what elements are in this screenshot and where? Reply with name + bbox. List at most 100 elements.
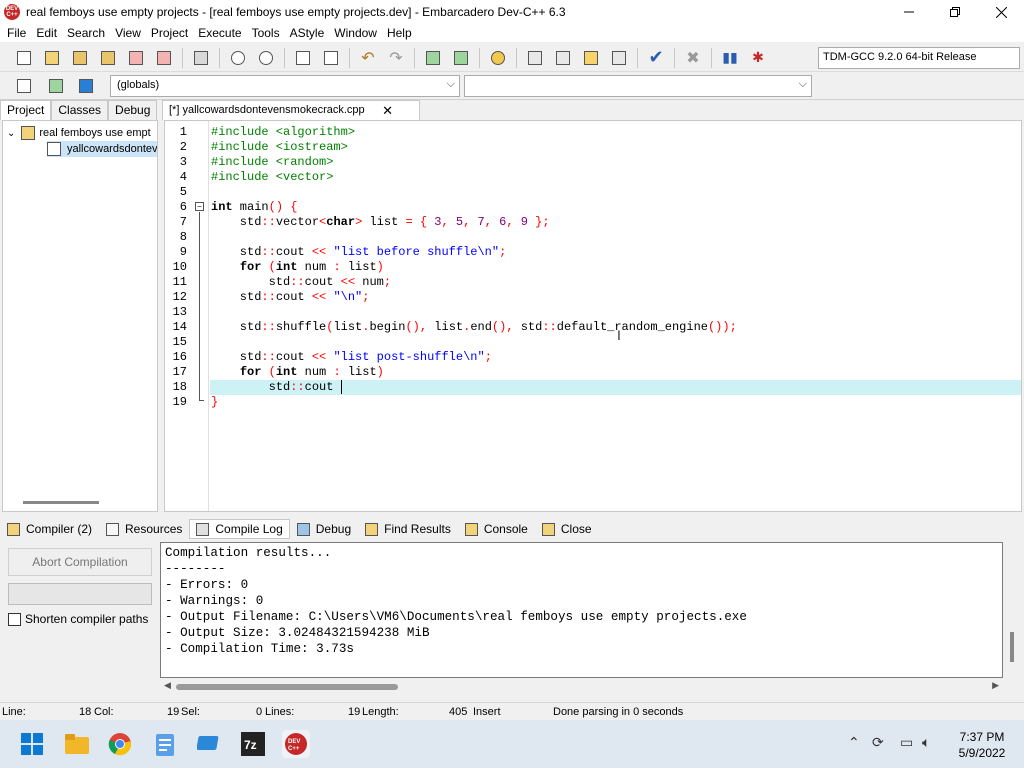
print-button[interactable] xyxy=(189,47,213,69)
shorten-paths-checkbox[interactable] xyxy=(8,612,21,626)
stop-x-icon: ✖ xyxy=(686,49,700,67)
shorten-paths-option[interactable]: Shorten compiler paths xyxy=(8,612,148,626)
add-to-project-icon xyxy=(454,50,468,65)
rebuild-button[interactable] xyxy=(607,47,631,69)
scroll-right-icon[interactable]: ▶ xyxy=(992,680,999,691)
save-all-button[interactable] xyxy=(96,47,120,69)
tree-file[interactable]: yallcowardsdontev xyxy=(47,141,157,157)
collapse-icon[interactable]: ⌄ xyxy=(7,128,15,139)
log-horizontal-scrollbar[interactable]: ◀ ▶ xyxy=(160,680,1003,694)
bookmark-icon xyxy=(49,79,63,93)
goto-bookmark-icon xyxy=(79,79,93,93)
tab-project[interactable]: Project xyxy=(0,100,52,120)
shorten-paths-label: Shorten compiler paths xyxy=(25,612,149,626)
remote-desktop-icon[interactable] xyxy=(195,730,223,758)
tree-root[interactable]: ⌄ real femboys use empt xyxy=(7,125,151,141)
log-line: - Compilation Time: 3.73s xyxy=(165,642,354,656)
tab-resources-label: Resources xyxy=(125,522,183,536)
goto-bookmark-button[interactable] xyxy=(74,75,98,97)
redo-button[interactable]: ↷ xyxy=(384,47,408,69)
notepad-icon[interactable] xyxy=(151,730,179,758)
add-to-project-button[interactable] xyxy=(449,47,473,69)
close-file-button[interactable] xyxy=(124,47,148,69)
abort-compilation-button[interactable]: Abort Compilation xyxy=(8,548,152,576)
menu-project[interactable]: Project xyxy=(146,26,193,40)
member-dropdown[interactable]: ⌵ xyxy=(464,75,812,97)
indent-button[interactable] xyxy=(319,47,343,69)
windows-start-icon[interactable] xyxy=(18,730,46,758)
new-file-button[interactable] xyxy=(12,47,36,69)
debug-button[interactable]: ✱ xyxy=(746,47,770,69)
tree-scrollbar[interactable] xyxy=(23,501,99,504)
close-all-button[interactable] xyxy=(152,47,176,69)
compile-log-output[interactable]: Compilation results... -------- - Errors… xyxy=(160,542,1003,678)
restore-button[interactable] xyxy=(932,0,978,24)
tab-find-results[interactable]: Find Results xyxy=(358,519,458,539)
menu-window[interactable]: Window xyxy=(329,26,382,40)
close-tab-icon[interactable]: ✕ xyxy=(382,103,393,119)
tab-close[interactable]: Close xyxy=(535,519,599,539)
profile-button[interactable]: ▮▮ xyxy=(718,47,742,69)
tab-classes[interactable]: Classes xyxy=(51,100,109,120)
undo-button[interactable]: ↶ xyxy=(356,47,380,69)
tab-console[interactable]: Console xyxy=(458,519,535,539)
toggle-bookmark-button[interactable] xyxy=(44,75,68,97)
menu-edit[interactable]: Edit xyxy=(31,26,62,40)
system-clock[interactable]: 7:37 PM 5/9/2022 xyxy=(944,729,1020,761)
log-vertical-scrollbar[interactable] xyxy=(1010,632,1014,662)
syntax-check-button[interactable]: ✔ xyxy=(644,47,668,69)
find-button[interactable] xyxy=(226,47,250,69)
file-explorer-icon[interactable] xyxy=(63,730,91,758)
scroll-left-icon[interactable]: ◀ xyxy=(164,680,171,691)
devcpp-icon[interactable]: DEV C++ xyxy=(282,730,310,758)
menu-search[interactable]: Search xyxy=(62,26,110,40)
tray-chevron-up-icon[interactable]: ⌃ xyxy=(848,734,860,751)
line-number: 6 xyxy=(179,200,187,214)
replace-button[interactable] xyxy=(254,47,278,69)
close-window-button[interactable] xyxy=(978,0,1024,24)
sync-icon[interactable]: ⟳ xyxy=(872,734,884,751)
close-icon xyxy=(995,6,1007,18)
tab-console-label: Console xyxy=(483,522,528,536)
save-button[interactable] xyxy=(68,47,92,69)
code-line: int main() { xyxy=(211,200,298,214)
log-line: -------- xyxy=(165,562,226,576)
tab-compile-log[interactable]: Compile Log xyxy=(189,519,290,539)
menu-execute[interactable]: Execute xyxy=(193,26,246,40)
tab-compiler[interactable]: Compiler (2) xyxy=(0,519,99,539)
stop-button[interactable]: ✖ xyxy=(681,47,705,69)
menu-file[interactable]: File xyxy=(2,26,31,40)
project-options-button[interactable] xyxy=(486,47,510,69)
run-icon xyxy=(556,50,570,65)
line-number: 1 xyxy=(179,125,187,139)
fold-toggle-icon[interactable]: − xyxy=(195,202,204,211)
volume-icon[interactable]: 🔈︎ xyxy=(922,734,930,751)
network-icon[interactable]: ▭ xyxy=(900,734,913,751)
editor-tabs: [*] yallcowardsdontevensmokecrack.cpp ✕ xyxy=(162,100,1024,120)
compile-button[interactable] xyxy=(523,47,547,69)
tab-debug[interactable]: Debug xyxy=(108,100,158,120)
goto-line-button[interactable] xyxy=(291,47,315,69)
tab-debug-bottom[interactable]: Debug xyxy=(290,519,358,539)
compiler-select[interactable]: TDM-GCC 9.2.0 64-bit Release xyxy=(818,47,1020,69)
scroll-thumb[interactable] xyxy=(176,684,398,690)
7zip-icon[interactable]: 7z xyxy=(239,730,267,758)
new-project-button[interactable] xyxy=(421,47,445,69)
menu-view[interactable]: View xyxy=(110,26,146,40)
checkmark-icon: ✔ xyxy=(648,47,664,67)
line-number: 4 xyxy=(179,170,187,184)
scope-dropdown[interactable]: (globals) ⌵ xyxy=(110,75,460,97)
menu-tools[interactable]: Tools xyxy=(247,26,285,40)
code-editor[interactable]: 1 2 3 4 5 6 7 8 9 10 11 12 13 14 15 16 1… xyxy=(164,120,1022,512)
tab-resources[interactable]: Resources xyxy=(99,519,189,539)
compile-run-button[interactable] xyxy=(579,47,603,69)
menu-help[interactable]: Help xyxy=(382,26,417,40)
tab-editor-file[interactable]: [*] yallcowardsdontevensmokecrack.cpp ✕ xyxy=(162,100,420,120)
menu-astyle[interactable]: AStyle xyxy=(285,26,330,40)
run-button[interactable] xyxy=(551,47,575,69)
minimize-button[interactable] xyxy=(886,0,932,24)
insert-button[interactable] xyxy=(12,75,36,97)
chrome-icon[interactable] xyxy=(106,730,134,758)
open-button[interactable] xyxy=(40,47,64,69)
code-line: std::shuffle(list.begin(), list.end(), s… xyxy=(211,320,737,334)
